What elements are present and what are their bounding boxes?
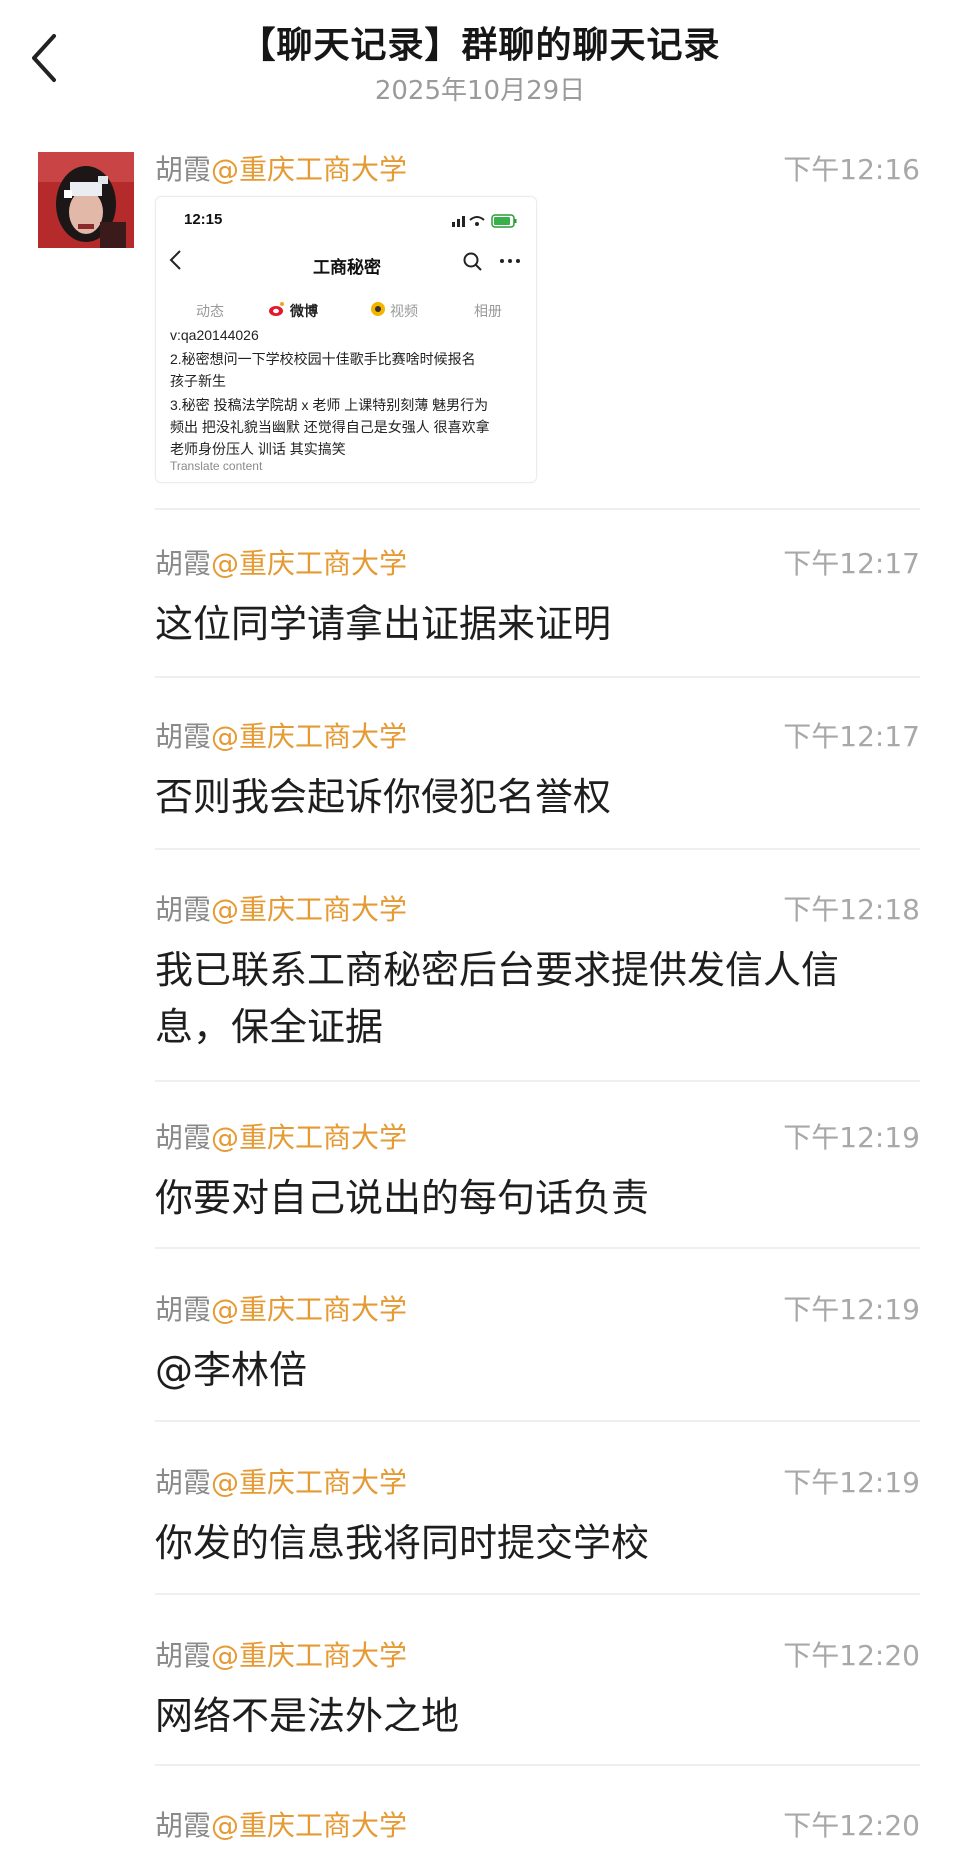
status-bar-icons bbox=[452, 214, 517, 228]
message-time: 下午12:17 bbox=[783, 547, 920, 580]
sender-name: 胡霞@重庆工商大学 bbox=[155, 1466, 408, 1499]
message: 胡霞@重庆工商大学 下午12:17 这位同学请拿出证据来证明 bbox=[155, 544, 920, 653]
message: 胡霞@重庆工商大学 下午12:19 你要对自己说出的每句话负责 bbox=[155, 1118, 920, 1227]
image-attachment[interactable]: 12:15 工商秘密 动态 微博 视频 相册 v:qa20144026 2.秘密… bbox=[155, 196, 537, 483]
video-icon bbox=[371, 302, 385, 316]
tab-album[interactable]: 相册 bbox=[474, 301, 502, 321]
divider bbox=[155, 1764, 920, 1766]
sender-name: 胡霞@重庆工商大学 bbox=[155, 1293, 408, 1326]
message-text[interactable]: @李林倍 bbox=[155, 1342, 905, 1399]
message: 胡霞@重庆工商大学 下午12:19 @李林倍 bbox=[155, 1290, 920, 1399]
message-time: 下午12:20 bbox=[783, 1639, 920, 1672]
tab-dongtai[interactable]: 动态 bbox=[196, 301, 224, 321]
divider bbox=[155, 1247, 920, 1249]
tab-video[interactable]: 视频 bbox=[390, 301, 418, 321]
divider bbox=[155, 676, 920, 678]
message-text[interactable]: 这位同学请拿出证据来证明 bbox=[155, 596, 905, 653]
message-time: 下午12:18 bbox=[783, 893, 920, 926]
post-line: 频出 把没礼貌当幽默 还觉得自己是女强人 很喜欢拿 bbox=[170, 419, 490, 435]
message-text[interactable]: 我已联系工商秘密后台要求提供发信人信息，保全证据 bbox=[155, 942, 905, 1056]
sender-name: 胡霞@重庆工商大学 bbox=[155, 720, 408, 753]
message: 胡霞@重庆工商大学 下午12:19 你发的信息我将同时提交学校 bbox=[155, 1463, 920, 1572]
sender-name: 胡霞@重庆工商大学 bbox=[155, 893, 408, 926]
message-time: 下午12:16 bbox=[783, 153, 920, 186]
sender-name: 胡霞@重庆工商大学 bbox=[155, 1121, 408, 1154]
post-line: 孩子新生 bbox=[170, 373, 226, 389]
message-text[interactable]: 否则我会起诉你侵犯名誉权 bbox=[155, 769, 905, 826]
search-icon[interactable] bbox=[462, 251, 484, 273]
message-time: 下午12:20 bbox=[783, 1809, 920, 1842]
message-text[interactable]: 你发的信息我将同时提交学校 bbox=[155, 1515, 905, 1572]
weibo-icon bbox=[269, 302, 284, 316]
divider bbox=[155, 1420, 920, 1422]
sender-name: 胡霞@重庆工商大学 bbox=[155, 153, 408, 186]
sender-name: 胡霞@重庆工商大学 bbox=[155, 1809, 408, 1842]
post-line: 3.秘密 投稿法学院胡 x 老师 上课特别刻薄 魅男行为 bbox=[170, 397, 489, 413]
avatar[interactable] bbox=[38, 152, 134, 248]
page-title: 【聊天记录】群聊的聊天记录 bbox=[239, 25, 721, 66]
divider bbox=[155, 508, 920, 510]
message: 胡霞@重庆工商大学 下午12:17 否则我会起诉你侵犯名誉权 bbox=[155, 717, 920, 826]
divider bbox=[155, 1080, 920, 1082]
message-time: 下午12:19 bbox=[783, 1293, 920, 1326]
message-time: 下午12:19 bbox=[783, 1121, 920, 1154]
chat-header: 【聊天记录】群聊的聊天记录 2025年10月29日 bbox=[0, 0, 960, 120]
post-line: 2.秘密想问一下学校校园十佳歌手比赛啥时候报名 bbox=[170, 351, 476, 367]
translate-link[interactable]: Translate content bbox=[170, 459, 262, 473]
message: 胡霞@重庆工商大学 下午12:18 我已联系工商秘密后台要求提供发信人信息，保全… bbox=[155, 890, 920, 1056]
sender-name: 胡霞@重庆工商大学 bbox=[155, 547, 408, 580]
message-text[interactable]: 你要对自己说出的每句话负责 bbox=[155, 1170, 905, 1227]
message: 胡霞@重庆工商大学 下午12:16 bbox=[155, 150, 920, 190]
tab-weibo[interactable]: 微博 bbox=[290, 301, 318, 321]
message: 胡霞@重庆工商大学 下午12:20 bbox=[155, 1806, 920, 1846]
chat-date: 2025年10月29日 bbox=[374, 76, 586, 106]
divider bbox=[155, 1593, 920, 1595]
message-text[interactable]: 网络不是法外之地 bbox=[155, 1688, 905, 1745]
message-time: 下午12:19 bbox=[783, 1466, 920, 1499]
message: 胡霞@重庆工商大学 下午12:20 网络不是法外之地 bbox=[155, 1636, 920, 1745]
post-line: v:qa20144026 bbox=[170, 327, 259, 343]
divider bbox=[155, 848, 920, 850]
post-line: 老师身份压人 训话 其实搞笑 bbox=[170, 441, 346, 457]
message-time: 下午12:17 bbox=[783, 720, 920, 753]
sender-name: 胡霞@重庆工商大学 bbox=[155, 1639, 408, 1672]
status-time: 12:15 bbox=[184, 211, 223, 228]
more-icon[interactable] bbox=[498, 257, 522, 265]
